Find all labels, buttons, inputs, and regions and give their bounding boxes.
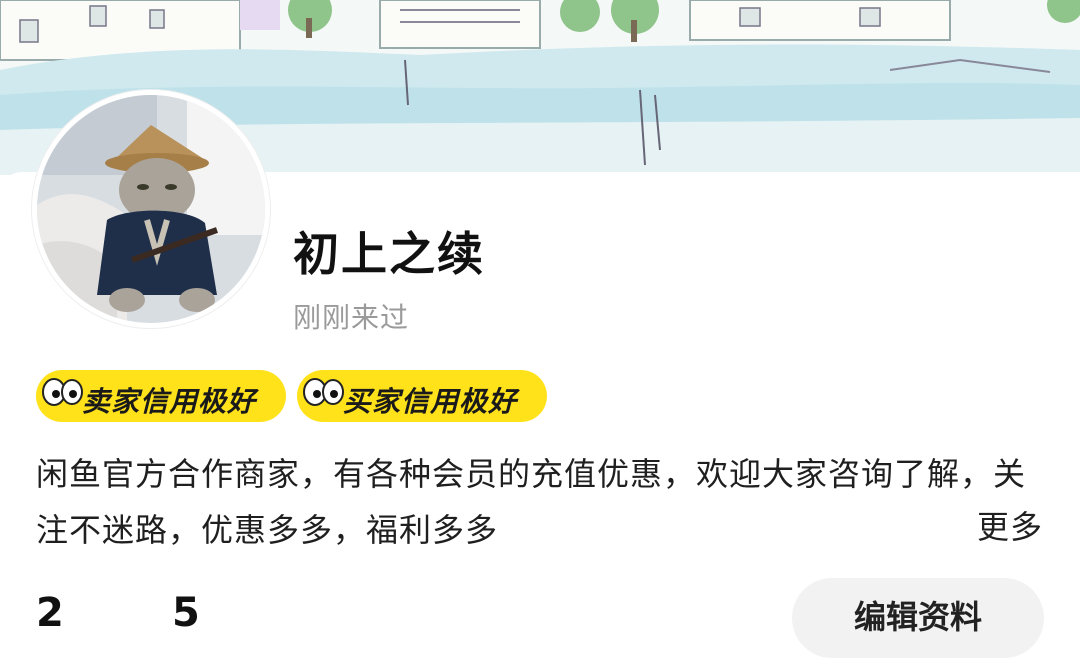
- eyes-icon: [42, 378, 83, 406]
- seller-credit-badge[interactable]: 卖家信用极好: [36, 370, 286, 422]
- cat-avatar-icon: [37, 95, 265, 323]
- last-seen-status: 刚刚来过: [293, 301, 410, 334]
- badge-label: 卖家信用极好: [82, 385, 257, 418]
- stat-value-first: 2: [36, 590, 64, 636]
- buyer-credit-badge[interactable]: 买家信用极好: [297, 370, 547, 422]
- username: 初上之续: [293, 227, 485, 281]
- stat-value-second: 5: [172, 590, 200, 636]
- more-button[interactable]: 更多: [977, 502, 1043, 548]
- avatar[interactable]: [32, 90, 270, 328]
- badge-label: 买家信用极好: [343, 385, 518, 418]
- eyes-icon: [303, 378, 344, 406]
- edit-profile-button[interactable]: 编辑资料: [792, 578, 1044, 658]
- profile-bio: 闲鱼官方合作商家，有各种会员的充值优惠，欢迎大家咨询了解，关注不迷路，优惠多多，…: [36, 455, 1027, 549]
